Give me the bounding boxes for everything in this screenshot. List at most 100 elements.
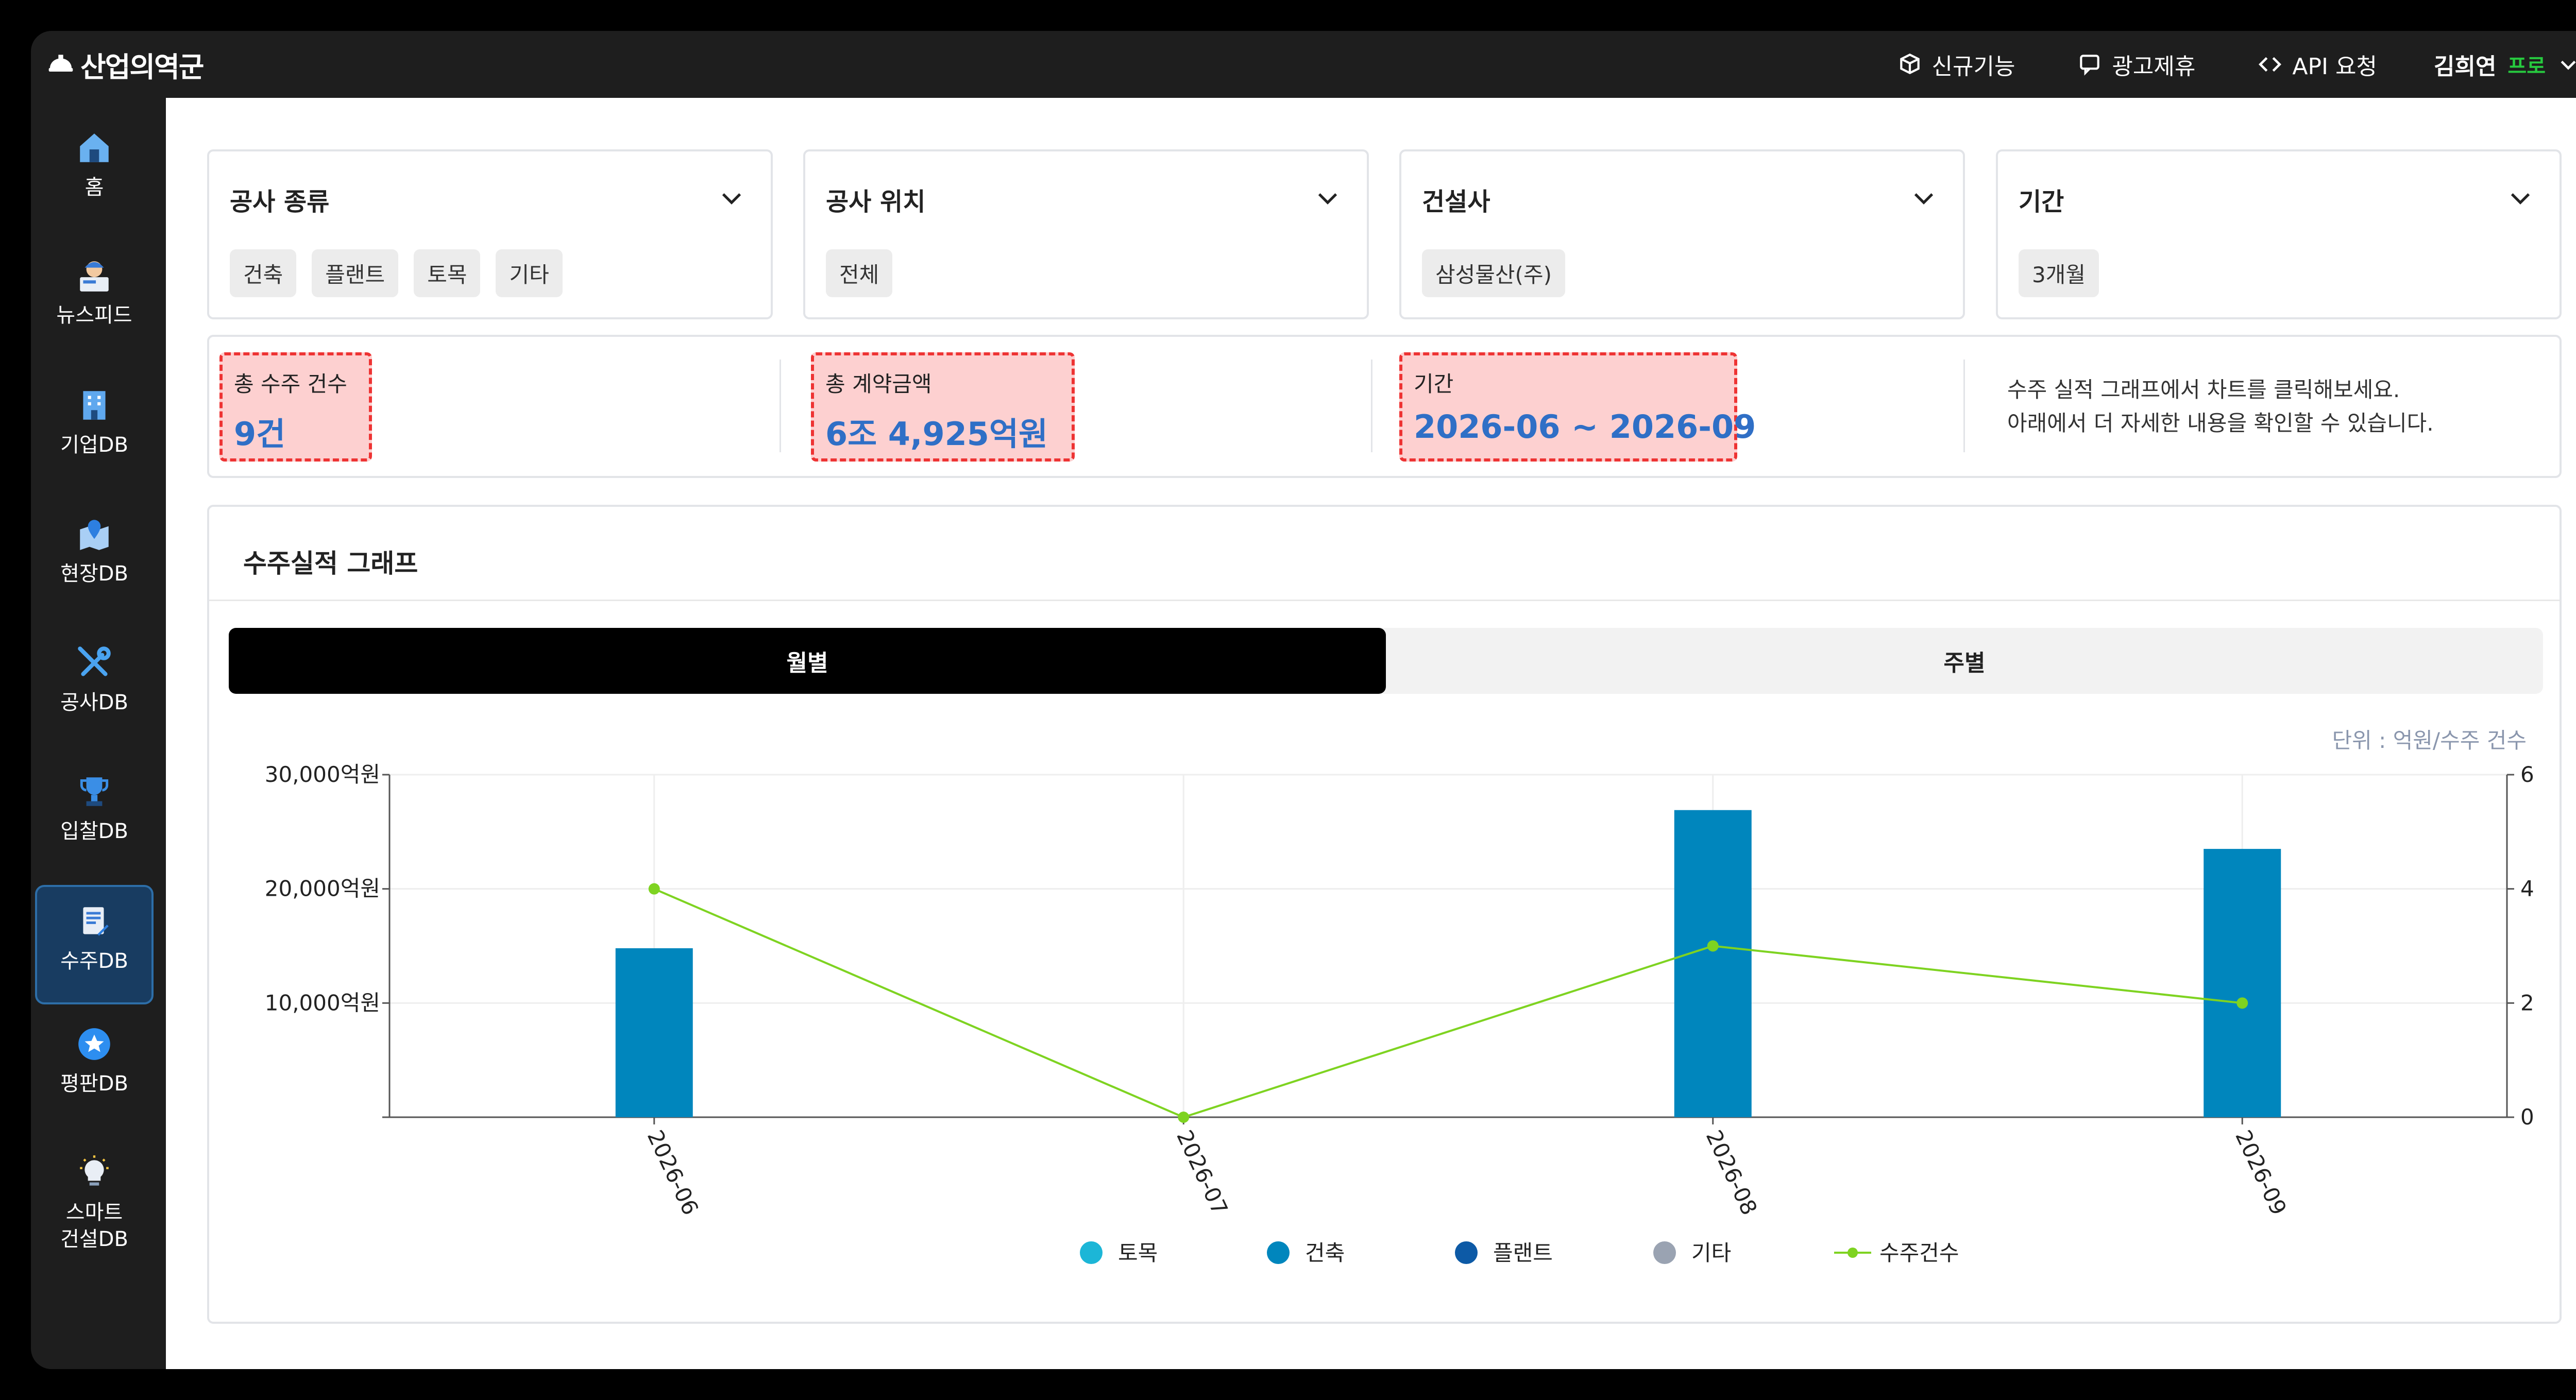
user-name: 김희연 [2433, 54, 2497, 80]
x-tick-label: 2026-08 [1701, 1126, 1762, 1219]
sidebar-item-order-db[interactable]: 수주DB [35, 885, 154, 1004]
sidebar-item-reputation-db[interactable]: 평판DB [35, 1025, 154, 1133]
sidebar-item-site-db[interactable]: 현장DB [35, 515, 154, 623]
legend-label: 수주건수 [1879, 1240, 1959, 1266]
code-icon [2259, 57, 2282, 72]
sidebar-item-label: 건설DB [60, 1227, 128, 1251]
chevron-down-icon[interactable] [1909, 183, 1938, 212]
sidebar-item-label: 기업DB [60, 433, 128, 457]
top-bar: 산업의역군 신규기능 광고제휴 API 요청 김희연 프로 [31, 31, 2576, 98]
legend-label: 기타 [1691, 1240, 1731, 1266]
chip[interactable]: 3개월 [2019, 249, 2099, 297]
y2-tick-label: 4 [2520, 876, 2534, 901]
filter-title: 기간 [2019, 187, 2064, 216]
sidebar-item-home[interactable]: 홈 [35, 129, 154, 232]
x-tick-label: 2026-07 [1172, 1126, 1233, 1219]
y-tick-label: 20,000억원 [265, 876, 380, 901]
bar [1674, 810, 1752, 1117]
legend-label: 플랜트 [1493, 1240, 1553, 1266]
trophy-icon [80, 777, 109, 806]
stat-value: 6조 4,925억원 [825, 415, 1048, 453]
y2-tick-label: 2 [2520, 990, 2534, 1015]
plan-badge: 프로 [2507, 55, 2546, 78]
nav-new-features[interactable]: 신규기능 [1897, 48, 2015, 81]
hint-line: 수주 실적 그래프에서 차트를 클릭해보세요. [2007, 377, 2400, 402]
nav-label: API 요청 [2292, 54, 2377, 80]
stat-label: 총 계약금액 [825, 371, 932, 397]
filter-construction-type[interactable]: 공사 종류 건축 플랜트 토목 기타 [207, 149, 773, 319]
order-chart[interactable]: 10,000억원 20,000억원 30,000억원 0 2 4 6 2026-06 2026-… [209, 507, 2560, 1322]
line-point [648, 883, 660, 895]
sidebar-item-smart-db[interactable]: 스마트 건설DB [35, 1154, 154, 1288]
user-menu[interactable]: 김희연 프로 [2434, 48, 2576, 81]
summary-bar: 총 수주 건수 9건 총 계약금액 6조 4,925억원 기간 2026-06 … [207, 335, 2562, 478]
chip[interactable]: 기타 [496, 249, 563, 297]
hint-line: 아래에서 더 자세한 내용을 확인할 수 있습니다. [2007, 411, 2434, 436]
logo[interactable]: 산업의역군 [46, 45, 204, 83]
nav-ads[interactable]: 광고제휴 [2077, 48, 2195, 81]
line-point [2236, 997, 2248, 1009]
filter-bar: 공사 종류 건축 플랜트 토목 기타 공사 위치 전체 건설사 삼성물산(주) … [207, 149, 2562, 319]
stat-total-amount: 총 계약금액 6조 4,925억원 [811, 352, 1075, 462]
sidebar-item-newsfeed[interactable]: 뉴스피드 [35, 257, 154, 365]
y2-tick-label: 0 [2520, 1104, 2534, 1130]
logo-text: 산업의역군 [80, 50, 204, 83]
filter-title: 건설사 [1422, 187, 1490, 216]
chat-bubble-icon [2080, 55, 2100, 76]
hardhat-icon [48, 55, 73, 72]
chip[interactable]: 토목 [414, 249, 481, 297]
chip-list: 전체 [826, 249, 893, 297]
y2-tick-label: 6 [2520, 762, 2534, 787]
legend-marker [1455, 1241, 1478, 1264]
filter-location[interactable]: 공사 위치 전체 [803, 149, 1369, 319]
bar [615, 948, 693, 1117]
line-point [1707, 940, 1719, 952]
chevron-down-icon[interactable] [2506, 183, 2535, 212]
stat-label: 총 수주 건수 [234, 371, 347, 397]
building-icon [83, 391, 106, 420]
chevron-down-icon [2561, 60, 2576, 70]
chip-list: 건축 플랜트 토목 기타 [230, 249, 563, 297]
box-plus-icon [1900, 53, 1920, 74]
sidebar-item-label: 수주DB [60, 949, 128, 973]
hint-text: 수주 실적 그래프에서 차트를 클릭해보세요. 아래에서 더 자세한 내용을 확… [2007, 373, 2434, 440]
sidebar-item-company-db[interactable]: 기업DB [35, 386, 154, 494]
stat-value: 9건 [234, 415, 286, 453]
sidebar-item-label: 평판DB [60, 1072, 128, 1096]
sidebar-item-label: 홈 [84, 176, 104, 199]
stat-label: 기간 [1414, 371, 1454, 397]
chip[interactable]: 전체 [826, 249, 893, 297]
sidebar-item-label: 현장DB [60, 562, 128, 586]
nav-label: 광고제휴 [2112, 54, 2196, 80]
filter-title: 공사 종류 [230, 187, 330, 216]
stat-value: 2026-06 ~ 2026-09 [1414, 408, 1756, 446]
order-graph-card: 수주실적 그래프 월별 주별 단위 : 억원/수주 건수 10,000억원 20,… [207, 505, 2562, 1324]
lightbulb-icon [80, 1155, 109, 1186]
chip[interactable]: 삼성물산(주) [1422, 249, 1565, 297]
chip-list: 삼성물산(주) [1422, 249, 1565, 297]
sidebar-item-label: 뉴스피드 [56, 303, 132, 327]
divider [779, 360, 781, 452]
chip[interactable]: 플랜트 [312, 249, 399, 297]
sidebar-item-label: 공사DB [60, 691, 128, 714]
contract-icon [83, 907, 109, 936]
legend-marker [1267, 1241, 1290, 1264]
tools-icon [78, 646, 111, 676]
divider [1371, 360, 1372, 452]
chevron-down-icon[interactable] [1313, 183, 1342, 212]
map-pin-icon [80, 520, 109, 550]
chip[interactable]: 건축 [230, 249, 297, 297]
divider [1963, 360, 1965, 452]
bar [2204, 849, 2281, 1117]
chip-list: 3개월 [2019, 249, 2099, 297]
nav-api[interactable]: API 요청 [2257, 48, 2377, 81]
filter-contractor[interactable]: 건설사 삼성물산(주) [1399, 149, 1965, 319]
sidebar-item-bid-db[interactable]: 입찰DB [35, 773, 154, 876]
sidebar-item-label: 스마트 [65, 1201, 123, 1224]
y-tick-label: 10,000억원 [265, 990, 380, 1015]
sidebar-item-construction-db[interactable]: 공사DB [35, 644, 154, 752]
y-tick-label: 30,000억원 [265, 762, 380, 787]
filter-period[interactable]: 기간 3개월 [1996, 149, 2562, 319]
legend-marker [1848, 1248, 1858, 1258]
chevron-down-icon[interactable] [717, 183, 746, 212]
